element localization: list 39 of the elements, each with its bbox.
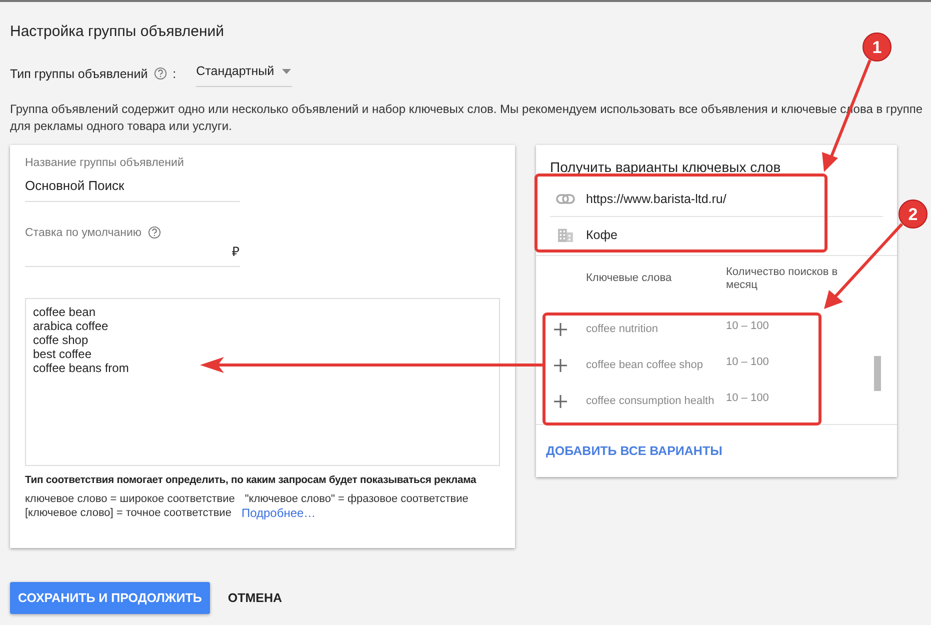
building-icon <box>556 228 575 242</box>
match-type-hint: Тип соответствия помогает определить, по каким запросам будет показываться реклама <box>25 475 478 486</box>
ad-group-name-field[interactable]: Основной Поиск <box>25 169 240 202</box>
keywords-field[interactable]: coffee bean arabica coffee coffe shop best coffee coffee beans from <box>25 298 500 466</box>
default-bid-field[interactable]: ₽ <box>25 239 240 267</box>
default-bid-label: Ставка по умолчанию <box>25 226 142 238</box>
keyword-ideas-title: Получить варианты ключевых слов <box>549 158 782 175</box>
column-header: Количество поисков в месяц <box>726 266 839 292</box>
match-type-text: "ключевое слово" = фразовое соответствие <box>244 492 468 506</box>
cancel-button[interactable]: ОТМЕНА <box>220 582 290 614</box>
search-volume: 10 – 100 <box>726 354 770 368</box>
ad-group-type-label: Тип группы объявлений <box>10 66 148 80</box>
column-header: Ключевые слова <box>586 270 673 286</box>
search-volume: 10 – 100 <box>726 318 770 332</box>
save-button[interactable]: СОХРАНИТЬ И ПРОДОЛЖИТЬ <box>10 582 210 614</box>
separator: : <box>172 66 176 80</box>
help-icon[interactable] <box>148 226 161 239</box>
keyword-suggestion: coffee consumption health <box>586 395 716 408</box>
add-icon[interactable] <box>554 359 567 372</box>
search-volume: 10 – 100 <box>726 390 770 404</box>
add-icon[interactable] <box>554 323 567 336</box>
step-badge: 1 <box>862 32 892 62</box>
step-badge: 2 <box>898 200 928 228</box>
add-icon[interactable] <box>554 395 567 408</box>
scrollbar-thumb[interactable] <box>874 356 881 391</box>
caret-icon <box>282 68 292 74</box>
ad-group-name-label: Название группы объявлений <box>25 157 185 169</box>
keyword-suggestion: coffee bean coffee shop <box>586 359 704 372</box>
keyword-suggestion: coffee nutrition <box>586 323 659 336</box>
website-url: https://www.barista-ltd.ru/ <box>586 192 726 206</box>
product-text: Кофе <box>586 228 618 242</box>
ad-group-type-dropdown[interactable]: Стандартный <box>196 60 292 87</box>
learn-more-link[interactable]: Подробнее… <box>241 506 316 520</box>
add-all-button[interactable]: ДОБАВИТЬ ВСЕ ВАРИАНТЫ <box>546 444 722 458</box>
page-title: Настройка группы объявлений <box>10 23 226 40</box>
help-icon[interactable] <box>154 67 167 80</box>
link-icon <box>556 192 575 206</box>
match-type-text: [ключевое слово] = точное соответствие <box>25 506 232 520</box>
match-type-text: ключевое слово = широкое соответствие <box>25 492 235 506</box>
